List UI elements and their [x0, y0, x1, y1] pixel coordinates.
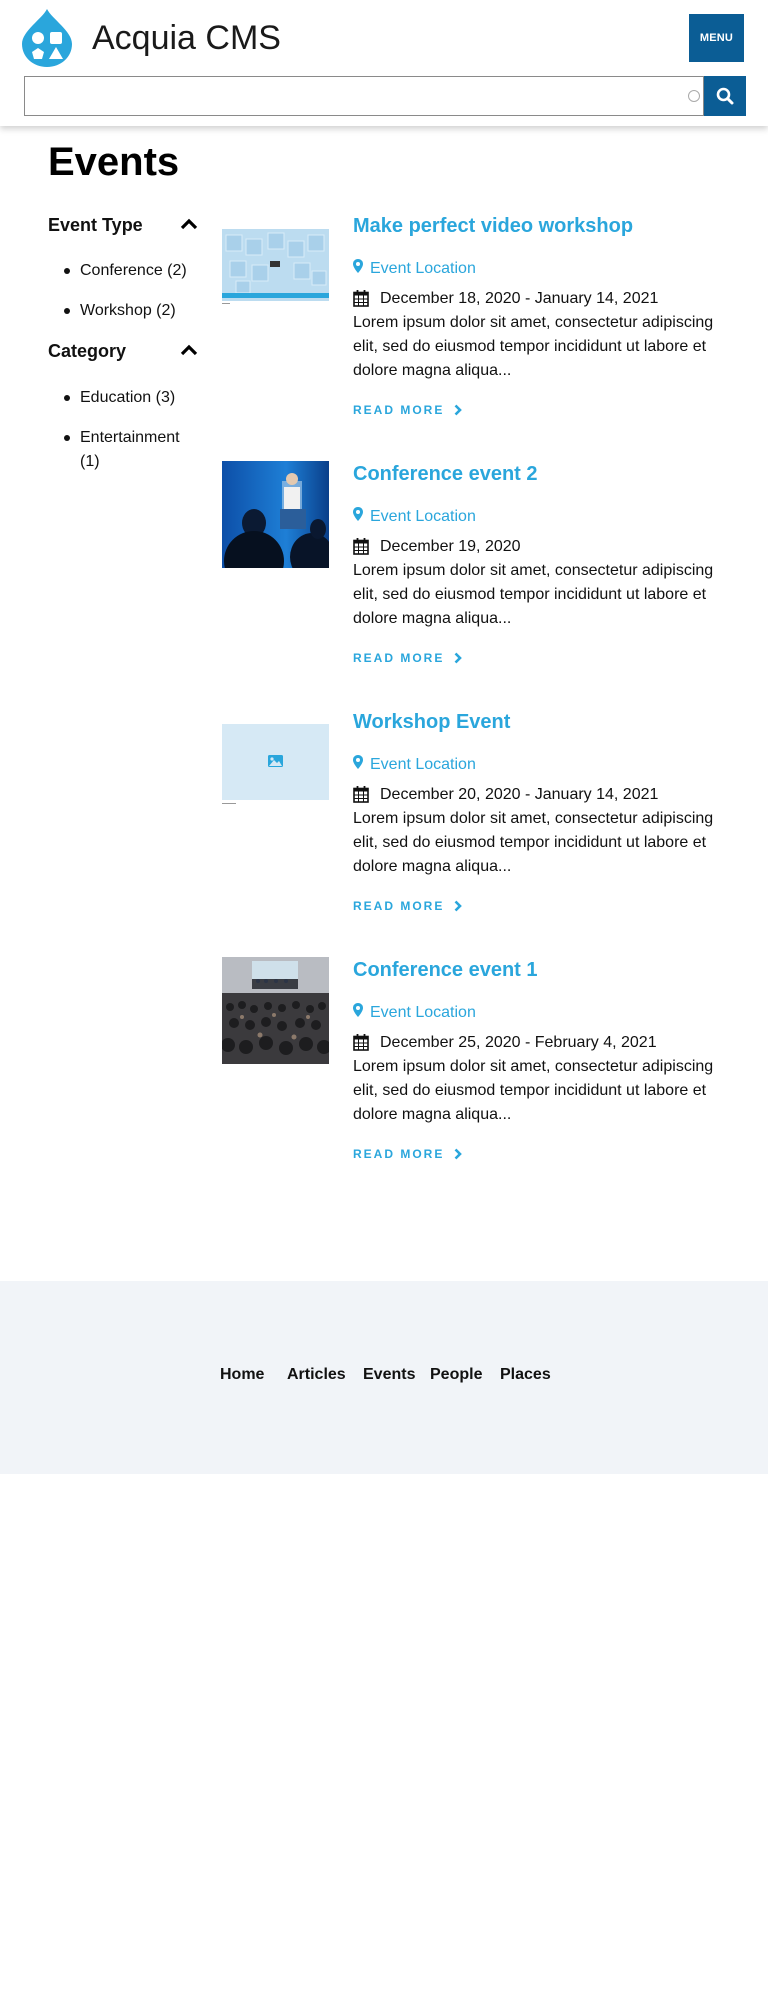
calendar-icon — [353, 1034, 369, 1051]
facet-category-header[interactable]: Category — [48, 339, 198, 367]
facet-event-type-header[interactable]: Event Type — [48, 213, 198, 241]
calendar-icon — [353, 538, 369, 555]
facet-item[interactable]: Education (3) — [64, 386, 200, 410]
footer-link-home[interactable]: Home — [220, 1363, 264, 1387]
event-date-text: December 18, 2020 - January 14, 2021 — [380, 290, 659, 307]
search-icon — [716, 87, 734, 105]
chevron-up-icon[interactable] — [180, 217, 198, 231]
loading-spinner-icon — [688, 90, 700, 102]
event-summary: Lorem ipsum dolor sit amet, consectetur … — [353, 314, 714, 379]
event-date-text: December 25, 2020 - February 4, 2021 — [380, 1034, 657, 1051]
event-location-text[interactable]: Event Location — [370, 505, 476, 529]
drupal-logo-icon[interactable] — [22, 9, 72, 67]
event-location-text[interactable]: Event Location — [370, 257, 476, 281]
event-card: Workshop Event Event Location December 2… — [222, 709, 742, 929]
footer-link-events[interactable]: Events — [363, 1363, 415, 1387]
read-more-label: READ MORE — [353, 899, 445, 913]
event-date-text: December 20, 2020 - January 14, 2021 — [380, 786, 659, 803]
facet-event-type-list: Conference (2) Workshop (2) — [64, 259, 200, 323]
map-pin-icon — [353, 259, 363, 273]
facet-category-list: Education (3) Entertainment (1) — [64, 386, 200, 474]
chevron-right-icon — [454, 900, 463, 912]
site-header: Acquia CMS MENU — [0, 0, 768, 126]
chevron-right-icon — [454, 404, 463, 416]
footer-nav: Home Articles Events People Places — [0, 1363, 768, 1387]
read-more-link[interactable]: READ MORE — [353, 897, 463, 915]
search-input[interactable] — [24, 76, 704, 116]
page-title: Events — [48, 140, 180, 184]
search-button[interactable] — [704, 76, 746, 116]
event-image[interactable] — [222, 213, 329, 320]
read-more-label: READ MORE — [353, 1147, 445, 1161]
chevron-right-icon — [454, 1148, 463, 1160]
event-date-text: December 19, 2020 — [380, 538, 521, 555]
facet-item[interactable]: Workshop (2) — [64, 299, 200, 323]
read-more-label: READ MORE — [353, 651, 445, 665]
chevron-up-icon[interactable] — [180, 343, 198, 357]
event-location-text[interactable]: Event Location — [370, 1001, 476, 1025]
search-bar — [24, 76, 746, 116]
facet-title: Event Type — [48, 215, 143, 235]
read-more-link[interactable]: READ MORE — [353, 401, 463, 419]
facet-item[interactable]: Conference (2) — [64, 259, 200, 283]
facet-title: Category — [48, 341, 127, 361]
event-location-text[interactable]: Event Location — [370, 753, 476, 777]
event-image[interactable] — [222, 957, 329, 1064]
event-title[interactable]: Conference event 2 — [353, 461, 538, 487]
event-image[interactable] — [222, 709, 329, 816]
read-more-link[interactable]: READ MORE — [353, 1145, 463, 1163]
map-pin-icon — [353, 507, 363, 521]
read-more-link[interactable]: READ MORE — [353, 649, 463, 667]
footer-link-people[interactable]: People — [430, 1363, 482, 1387]
event-summary: Lorem ipsum dolor sit amet, consectetur … — [353, 1058, 714, 1123]
event-card: Conference event 2 Event Location Decemb… — [222, 461, 742, 681]
facet-item[interactable]: Entertainment (1) — [64, 426, 200, 474]
footer-link-articles[interactable]: Articles — [287, 1363, 346, 1387]
footer-link-places[interactable]: Places — [500, 1363, 551, 1387]
event-title[interactable]: Make perfect video workshop — [353, 213, 633, 239]
event-title[interactable]: Workshop Event — [353, 709, 510, 735]
event-summary: Lorem ipsum dolor sit amet, consectetur … — [353, 810, 714, 875]
event-title[interactable]: Conference event 1 — [353, 957, 538, 983]
read-more-label: READ MORE — [353, 403, 445, 417]
site-name[interactable]: Acquia CMS — [92, 18, 281, 58]
map-pin-icon — [353, 1003, 363, 1017]
event-card: Make perfect video workshop Event Locati… — [222, 213, 742, 433]
event-image[interactable] — [222, 461, 329, 568]
calendar-icon — [353, 290, 369, 307]
event-summary: Lorem ipsum dolor sit amet, consectetur … — [353, 562, 714, 627]
event-card: Conference event 1 Event Location Decemb… — [222, 957, 742, 1177]
map-pin-icon — [353, 755, 363, 769]
site-footer: Home Articles Events People Places — [0, 1281, 768, 1474]
chevron-right-icon — [454, 652, 463, 664]
calendar-icon — [353, 786, 369, 803]
menu-button[interactable]: MENU — [689, 14, 744, 62]
